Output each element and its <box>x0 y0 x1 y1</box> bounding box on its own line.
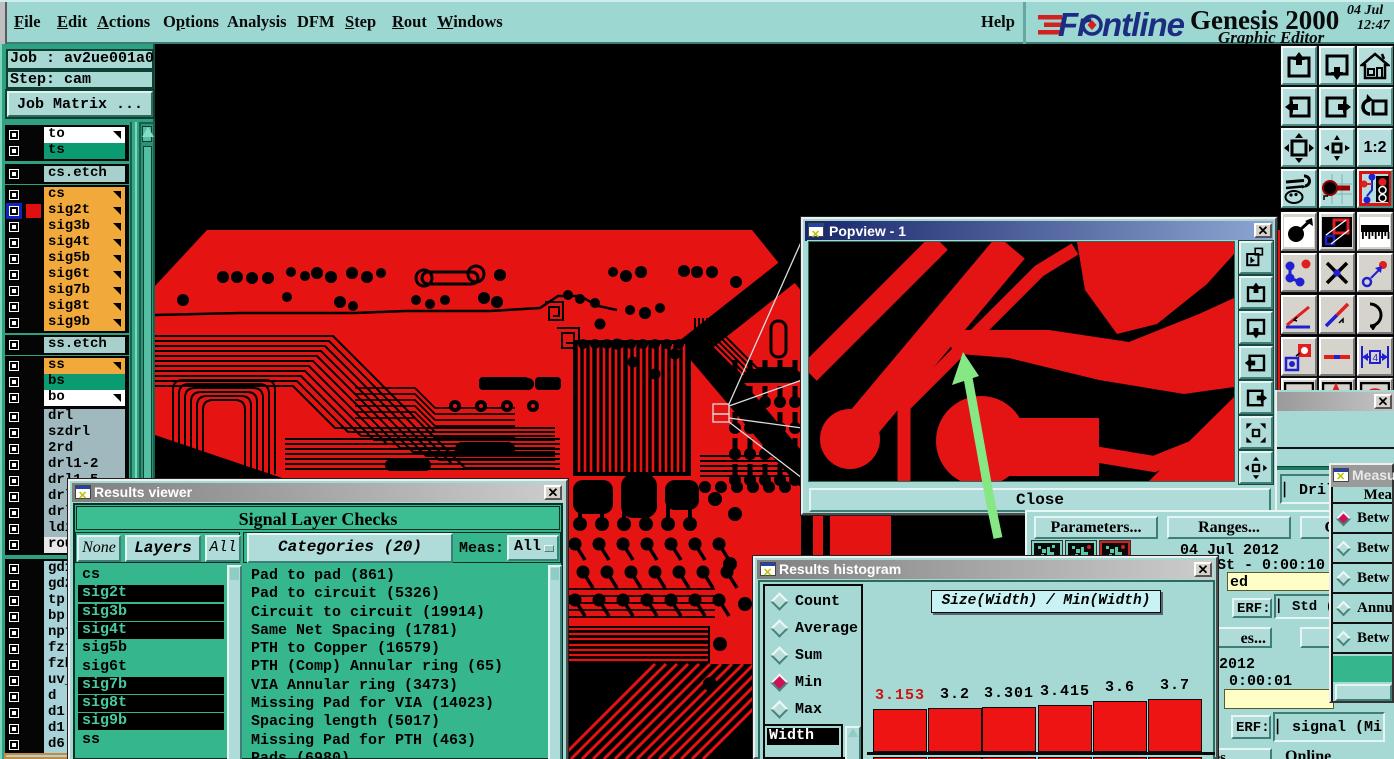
svg-text:12:47: 12:47 <box>1357 18 1391 33</box>
svg-text:4: 4 <box>1373 353 1379 364</box>
svg-text:ntline: ntline <box>1102 6 1185 43</box>
svg-text:Fr: Fr <box>1058 6 1092 43</box>
svg-text:04 Jul: 04 Jul <box>1347 3 1383 18</box>
